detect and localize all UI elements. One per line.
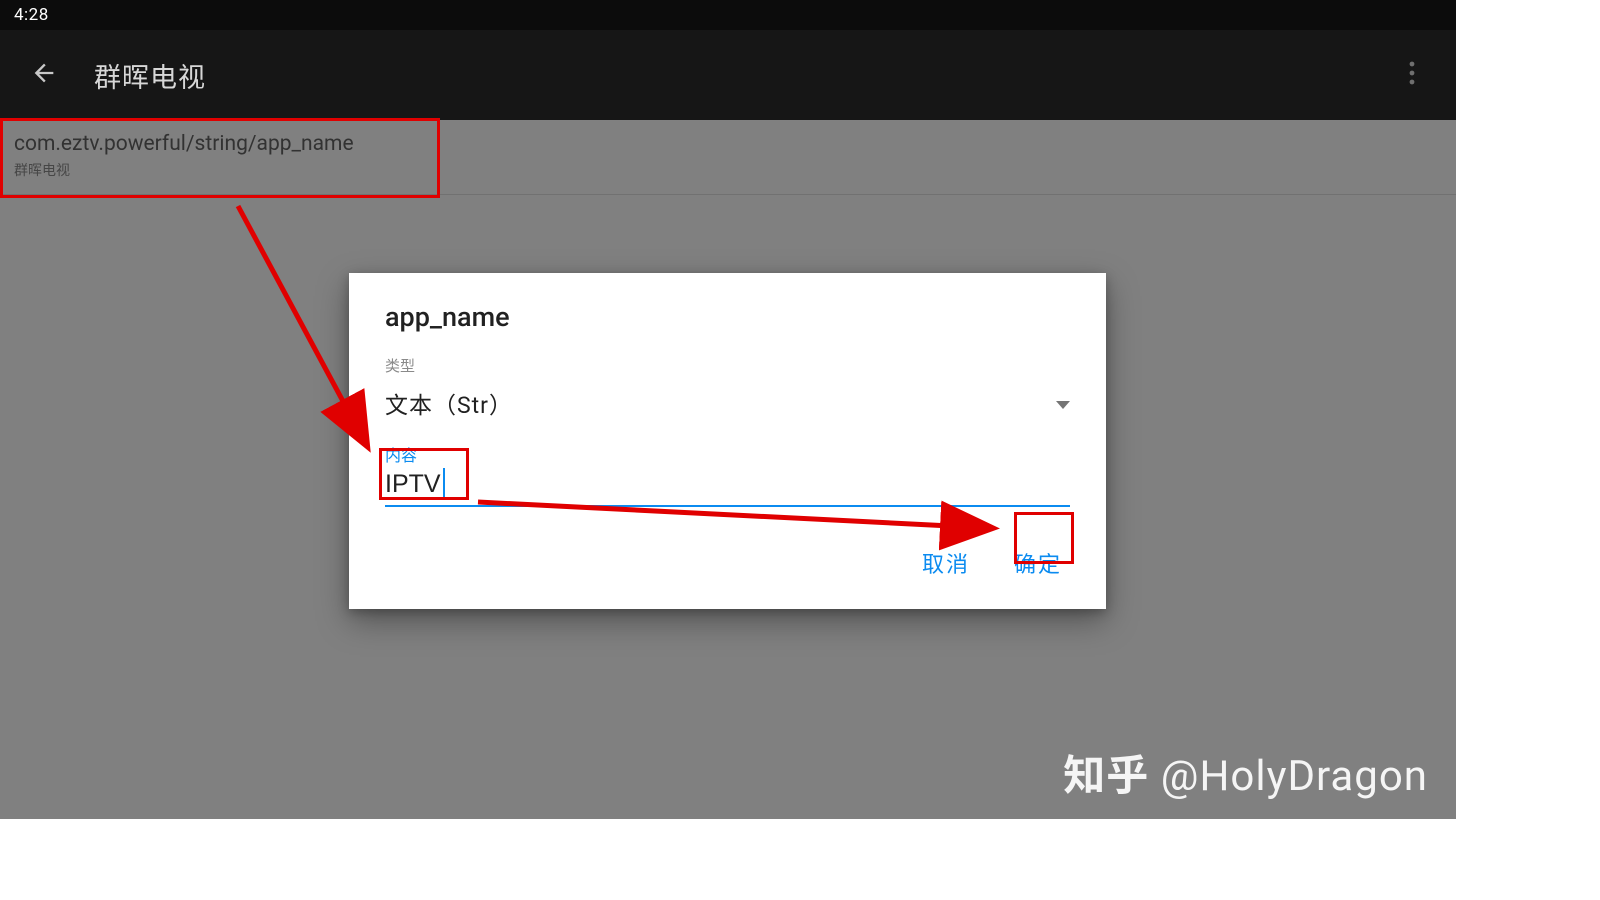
cancel-button[interactable]: 取消 (918, 541, 974, 585)
content-label: 内容 (385, 442, 1070, 466)
watermark-handle: @HolyDragon (1161, 752, 1428, 801)
input-underline (385, 505, 1070, 507)
status-bar: 4:28 (0, 0, 1456, 30)
watermark-site: 知乎 (1063, 742, 1149, 803)
edit-dialog: app_name 类型 文本（Str） 内容 取消 确定 (349, 273, 1106, 609)
watermark: 知乎 @HolyDragon (1063, 742, 1428, 803)
type-label: 类型 (385, 355, 1070, 376)
more-vert-icon (1409, 61, 1415, 89)
dialog-title: app_name (385, 301, 1070, 333)
text-cursor (443, 468, 445, 498)
app-bar: 群晖电视 (0, 30, 1456, 120)
content-input-wrap (385, 466, 1070, 507)
overflow-menu-button[interactable] (1384, 47, 1440, 103)
ok-button[interactable]: 确定 (1010, 541, 1066, 585)
dropdown-icon (1056, 394, 1070, 413)
status-time: 4:28 (14, 5, 49, 25)
appbar-title: 群晖电视 (94, 56, 206, 95)
back-button[interactable] (16, 47, 72, 103)
app-viewport: 4:28 群晖电视 com.eztv.powerful/string/app_n… (0, 0, 1456, 819)
content-input[interactable] (385, 466, 1070, 507)
type-select-value: 文本（Str） (385, 386, 513, 420)
dialog-actions: 取消 确定 (385, 533, 1070, 595)
type-select[interactable]: 文本（Str） (385, 378, 1070, 428)
arrow-back-icon (30, 59, 58, 91)
